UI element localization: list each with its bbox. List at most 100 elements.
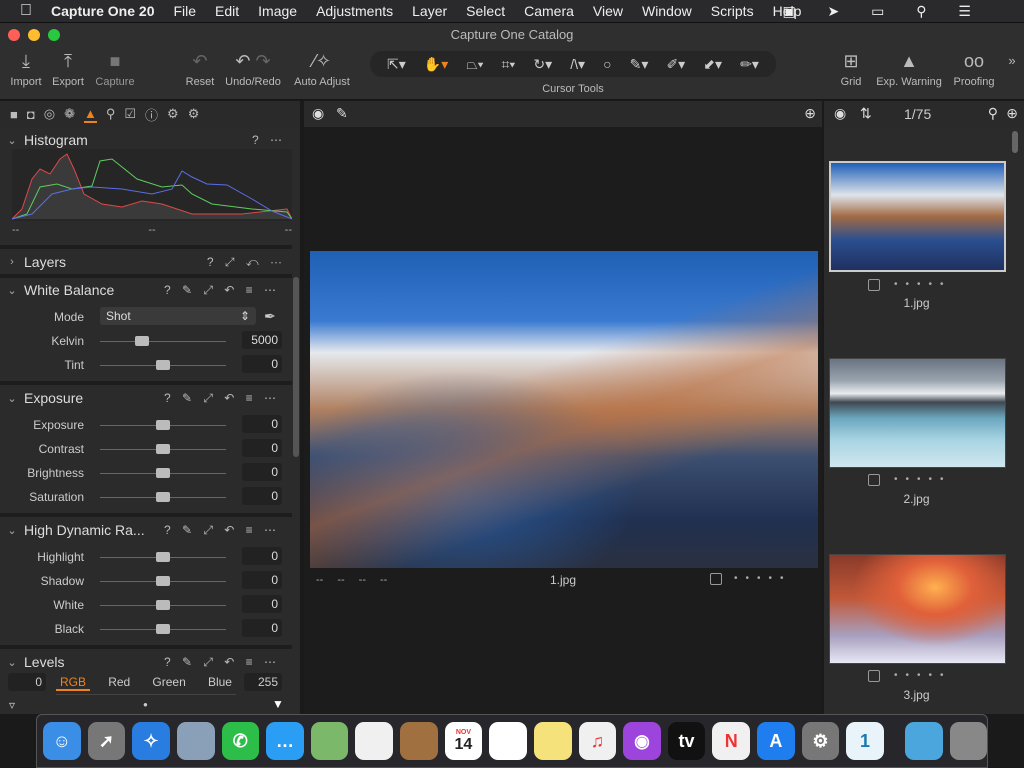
sort-icon[interactable]: ⇅ [860, 105, 872, 122]
rating-stars[interactable]: ••••• [894, 474, 952, 485]
slider-handle[interactable] [156, 624, 170, 634]
status-icons[interactable]: ▣ ➤ ▭ ⚲ ☰ [782, 3, 985, 20]
value-input[interactable]: 0 [242, 619, 282, 637]
output-tab-icon[interactable]: ⚙ [167, 106, 179, 122]
midpoint-handle[interactable]: ● [143, 700, 148, 709]
select-checkbox[interactable] [868, 279, 880, 291]
slider-handle[interactable] [156, 600, 170, 610]
adjustments-tab-icon[interactable]: ☑ [124, 106, 136, 122]
brush-icon[interactable]: ✎ [336, 105, 348, 122]
eye-icon[interactable]: ◉ [312, 105, 324, 122]
messages-icon[interactable]: … [266, 722, 304, 760]
menu-file[interactable]: File [173, 3, 196, 19]
rating-stars[interactable]: ••••• [734, 573, 792, 584]
capture-button[interactable]: ■ Capture [92, 46, 138, 88]
menu-layer[interactable]: Layer [412, 3, 447, 19]
browser-scrollbar[interactable] [1012, 131, 1018, 153]
auto-adjust-button[interactable]: ⁄✧ Auto Adjust [290, 46, 354, 88]
menu-camera[interactable]: Camera [524, 3, 574, 19]
apple-icon[interactable]:  [20, 2, 32, 20]
slider-handle[interactable] [156, 576, 170, 586]
reset-button[interactable]: ↶ Reset [182, 46, 218, 88]
crop-icon[interactable]: ⌗▾ [502, 56, 516, 73]
value-input[interactable]: 0 [242, 571, 282, 589]
1password-icon[interactable]: 1 [846, 722, 884, 760]
value-input[interactable]: 0 [242, 547, 282, 565]
batch-tab-icon[interactable]: ⚙ [188, 106, 200, 122]
levels-tab-green[interactable]: Green [148, 675, 189, 691]
slider-handle[interactable] [156, 552, 170, 562]
value-input[interactable]: 0 [242, 463, 282, 481]
export-button[interactable]: ⤒ Export [48, 46, 88, 88]
rating-stars[interactable]: ••••• [894, 670, 952, 681]
metadata-tab-icon[interactable]: ⓘ [145, 105, 158, 124]
straighten-icon[interactable]: /\▾ [570, 56, 585, 73]
value-input[interactable]: 5000 [242, 331, 282, 349]
undo-redo-button[interactable]: ↶ ↷ Undo/Redo [222, 46, 284, 88]
menu-adjustments[interactable]: Adjustments [316, 3, 393, 19]
search-icon[interactable]: ⚲ [988, 105, 998, 122]
exposure-tab-icon[interactable]: ▲ [83, 106, 97, 123]
menu-view[interactable]: View [593, 3, 623, 19]
menu-select[interactable]: Select [466, 3, 505, 19]
slider-track[interactable] [100, 341, 226, 342]
finder-icon[interactable]: ☺ [43, 722, 81, 760]
select-checkbox[interactable] [868, 670, 880, 682]
panel-tools[interactable]: ? ✎ ⤢ ↶ ≡ ⋯ [164, 655, 280, 670]
menu-scripts[interactable]: Scripts [711, 3, 754, 19]
menu-edit[interactable]: Edit [215, 3, 239, 19]
levels-tab-rgb[interactable]: RGB [56, 675, 91, 691]
calendar-icon[interactable]: NOV 14 [444, 722, 483, 760]
thumbnail-3[interactable] [829, 554, 1006, 664]
podcasts-icon[interactable]: ◉ [623, 722, 661, 760]
levels-high-input[interactable]: 255 [244, 673, 282, 691]
import-button[interactable]: ⤓ Import [6, 46, 46, 88]
pan-hand-icon[interactable]: ✋▾ [424, 56, 448, 73]
slider-handle[interactable] [156, 420, 170, 430]
notes-icon[interactable] [533, 722, 572, 760]
thumbnail-2[interactable] [829, 358, 1006, 468]
levels-header[interactable]: ⌄ Levels ? ✎ ⤢ ↶ ≡ ⋯ [0, 650, 292, 674]
menu-window[interactable]: Window [642, 3, 692, 19]
zoom-icon[interactable]: ⊕ [1006, 105, 1018, 122]
trash-icon[interactable] [949, 722, 988, 760]
panel-tools[interactable]: ? ⋯ [252, 133, 286, 147]
keystone-icon[interactable]: ⏢▾ [466, 56, 483, 73]
layers-header[interactable]: › Layers ? ⤢ ↶ ⋯ [0, 250, 292, 274]
panel-scrollbar[interactable] [293, 277, 299, 457]
lens-tab-icon[interactable]: ◎ [44, 106, 55, 122]
exp-warning-button[interactable]: ▲ Exp. Warning [874, 46, 944, 88]
select-icon[interactable]: ⇱▾ [387, 56, 406, 73]
select-checkbox[interactable] [868, 474, 880, 486]
select-checkbox[interactable] [710, 573, 722, 585]
main-image[interactable] [310, 251, 818, 568]
panel-tools[interactable]: ? ✎ ⤢ ↶ ≡ ⋯ [164, 523, 280, 538]
news-icon[interactable]: N [712, 722, 750, 760]
safari-icon[interactable]: ✧ [132, 722, 170, 760]
maps-icon[interactable] [310, 722, 349, 760]
slider-handle[interactable] [134, 336, 149, 346]
capture-tab-icon[interactable]: ◘ [27, 107, 35, 122]
photos-icon[interactable] [355, 722, 393, 760]
facetime-icon[interactable]: ✆ [221, 722, 260, 760]
eyedropper-icon[interactable]: ✒ [264, 308, 276, 325]
mail-icon[interactable] [176, 722, 215, 760]
panel-tools[interactable]: ? ⤢ ↶ ⋯ [207, 255, 286, 270]
value-input[interactable]: 0 [242, 595, 282, 613]
thumbnail-1[interactable] [829, 161, 1006, 272]
white-balance-header[interactable]: ⌄ White Balance ? ✎ ⤢ ↶ ≡ ⋯ [0, 278, 292, 302]
slider-handle[interactable] [156, 444, 170, 454]
black-point-handle[interactable]: ▿ [9, 698, 15, 712]
brush-icon[interactable]: ✎▾ [630, 56, 649, 73]
library-tab-icon[interactable]: ■ [10, 107, 18, 122]
music-icon[interactable]: ♫ [578, 722, 617, 760]
panel-tools[interactable]: ? ✎ ⤢ ↶ ≡ ⋯ [164, 391, 280, 406]
picker-icon[interactable]: ✐▾ [666, 56, 685, 73]
rotate-icon[interactable]: ↻▾ [533, 56, 552, 73]
details-tab-icon[interactable]: ⚲ [106, 106, 116, 122]
levels-tab-red[interactable]: Red [104, 675, 134, 691]
launchpad-icon[interactable]: ➚ [87, 722, 126, 760]
grid-button[interactable]: ⊞ Grid [836, 46, 866, 88]
zoom-icon[interactable]: ⊕ [804, 105, 816, 122]
annotate-icon[interactable]: ✏▾ [740, 56, 759, 73]
